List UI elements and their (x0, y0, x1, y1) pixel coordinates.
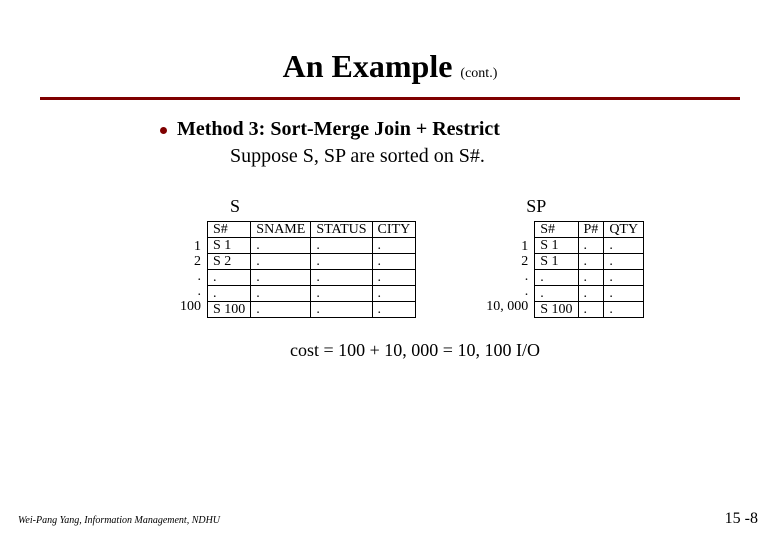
rownum: 2 (180, 254, 201, 269)
rownum: . (180, 284, 201, 299)
cell: . (372, 302, 416, 318)
cell: . (578, 302, 604, 318)
cell: . (311, 238, 372, 254)
footer-right: 15 -8 (725, 510, 758, 528)
cell: . (372, 254, 416, 270)
table-s-block: S 1 2 . . 100 S# SNAME STATUS CITY (180, 196, 416, 318)
cell: . (578, 238, 604, 254)
method-text: Sort-Merge Join + Restrict (265, 118, 500, 140)
table-row: S 1 . . (535, 254, 644, 270)
cost-line: cost = 100 + 10, 000 = 10, 100 I/O (290, 340, 720, 361)
slide-title: An Example (283, 48, 453, 84)
table-sp-wrap: 1 2 . . 10, 000 S# P# QTY S 1 . . (486, 221, 644, 318)
table-row: . . . (535, 286, 644, 302)
table-row: S 1 . . (535, 238, 644, 254)
cell: . (604, 286, 644, 302)
bullet-item: Method 3: Sort-Merge Join + Restrict (160, 118, 720, 141)
slide-body: Method 3: Sort-Merge Join + Restrict Sup… (0, 100, 780, 361)
cell: S 1 (535, 238, 578, 254)
bullet-icon (160, 127, 167, 134)
cell: . (251, 238, 311, 254)
cell: . (251, 254, 311, 270)
table-row: S 1 . . . (208, 238, 416, 254)
table-row: . . . (535, 270, 644, 286)
cell: . (311, 254, 372, 270)
cell: . (251, 302, 311, 318)
rownum: 10, 000 (486, 299, 528, 314)
rownum: . (486, 284, 528, 299)
table-row: . . . . (208, 286, 416, 302)
cell: S 100 (535, 302, 578, 318)
rownum: 2 (486, 254, 528, 269)
col-header: S# (535, 222, 578, 238)
cell: . (251, 270, 311, 286)
tables-row: S 1 2 . . 100 S# SNAME STATUS CITY (180, 196, 720, 318)
suppose-line: Suppose S, SP are sorted on S#. (230, 145, 720, 168)
cell: . (604, 238, 644, 254)
cell: . (604, 270, 644, 286)
table-s-label: S (230, 196, 416, 217)
rownum: 1 (180, 239, 201, 254)
table-row: S 100 . . . (208, 302, 416, 318)
table-sp-rownums: 1 2 . . 10, 000 (486, 221, 534, 314)
cell: S 2 (208, 254, 251, 270)
col-header: CITY (372, 222, 416, 238)
col-header: P# (578, 222, 604, 238)
col-header: STATUS (311, 222, 372, 238)
table-sp-block: SP 1 2 . . 10, 000 S# P# QTY S 1 (486, 196, 644, 318)
table-sp: S# P# QTY S 1 . . S 1 . . (534, 221, 644, 318)
cell: . (604, 254, 644, 270)
cell: . (372, 238, 416, 254)
table-s-rownums: 1 2 . . 100 (180, 221, 207, 314)
col-header: S# (208, 222, 251, 238)
table-row: S# P# QTY (535, 222, 644, 238)
footer-left: Wei-Pang Yang, Information Management, N… (18, 515, 220, 526)
table-row: . . . . (208, 270, 416, 286)
cell: S 100 (208, 302, 251, 318)
cell: . (311, 286, 372, 302)
cell: . (372, 270, 416, 286)
cell: . (578, 286, 604, 302)
col-header: QTY (604, 222, 644, 238)
cell: . (604, 302, 644, 318)
cell: . (578, 270, 604, 286)
table-sp-label: SP (526, 196, 644, 217)
rownum: . (486, 269, 528, 284)
table-row: S 2 . . . (208, 254, 416, 270)
table-row: S# SNAME STATUS CITY (208, 222, 416, 238)
rownum: 100 (180, 299, 201, 314)
slide-title-cont: (cont.) (460, 66, 497, 81)
cell: . (535, 286, 578, 302)
cell: . (311, 270, 372, 286)
title-row: An Example (cont.) (0, 0, 780, 91)
cell: S 1 (535, 254, 578, 270)
cell: . (208, 270, 251, 286)
table-s-wrap: 1 2 . . 100 S# SNAME STATUS CITY S 1 (180, 221, 416, 318)
rownum: 1 (486, 239, 528, 254)
cell: . (311, 302, 372, 318)
cell: S 1 (208, 238, 251, 254)
rownum: . (180, 269, 201, 284)
table-row: S 100 . . (535, 302, 644, 318)
cell: . (208, 286, 251, 302)
table-s: S# SNAME STATUS CITY S 1 . . . S 2 . (207, 221, 416, 318)
cell: . (372, 286, 416, 302)
cell: . (535, 270, 578, 286)
cell: . (578, 254, 604, 270)
method-line: Method 3: Sort-Merge Join + Restrict (177, 118, 500, 141)
method-label: Method 3: (177, 118, 265, 140)
col-header: SNAME (251, 222, 311, 238)
cell: . (251, 286, 311, 302)
